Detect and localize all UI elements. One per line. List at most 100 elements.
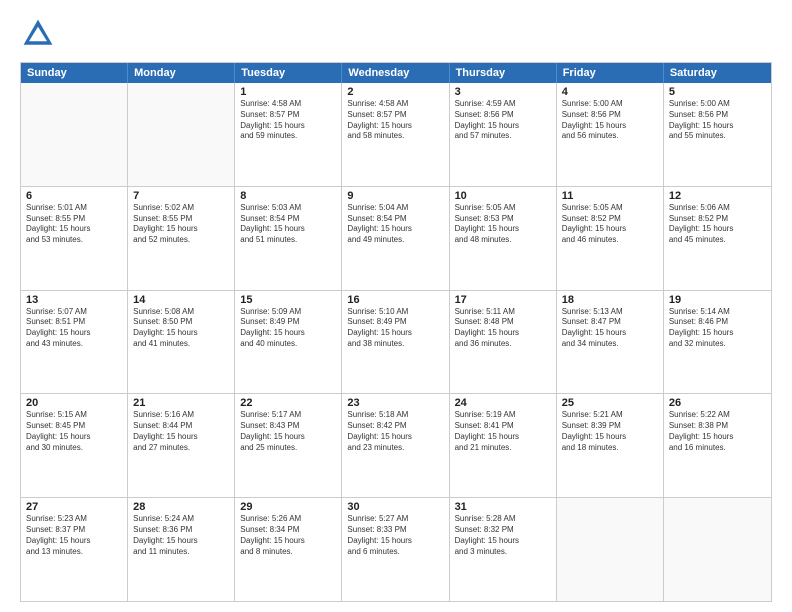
cell-line: Sunset: 8:52 PM (562, 214, 658, 225)
cell-line: Daylight: 15 hours (347, 121, 443, 132)
day-cell-28: 28Sunrise: 5:24 AMSunset: 8:36 PMDayligh… (128, 498, 235, 601)
cell-line: and 27 minutes. (133, 443, 229, 454)
day-number: 1 (240, 86, 336, 98)
cell-line: Sunrise: 5:28 AM (455, 514, 551, 525)
cell-line: and 55 minutes. (669, 131, 766, 142)
cell-line: Sunset: 8:39 PM (562, 421, 658, 432)
header (20, 16, 772, 52)
cell-line: Sunset: 8:52 PM (669, 214, 766, 225)
cell-line: and 45 minutes. (669, 235, 766, 246)
cell-line: and 52 minutes. (133, 235, 229, 246)
cell-line: and 58 minutes. (347, 131, 443, 142)
cell-line: Sunrise: 5:23 AM (26, 514, 122, 525)
cell-line: Daylight: 15 hours (26, 328, 122, 339)
cell-line: Sunset: 8:55 PM (133, 214, 229, 225)
cell-line: and 53 minutes. (26, 235, 122, 246)
cell-line: and 41 minutes. (133, 339, 229, 350)
day-number: 29 (240, 501, 336, 513)
cell-line: Sunrise: 4:58 AM (240, 99, 336, 110)
cell-line: Sunset: 8:49 PM (347, 317, 443, 328)
day-number: 31 (455, 501, 551, 513)
cell-line: Daylight: 15 hours (133, 328, 229, 339)
cell-line: Sunrise: 4:59 AM (455, 99, 551, 110)
cell-line: Daylight: 15 hours (562, 432, 658, 443)
day-cell-26: 26Sunrise: 5:22 AMSunset: 8:38 PMDayligh… (664, 394, 771, 497)
day-number: 18 (562, 294, 658, 306)
cell-line: and 51 minutes. (240, 235, 336, 246)
cell-line: and 49 minutes. (347, 235, 443, 246)
calendar-header: SundayMondayTuesdayWednesdayThursdayFrid… (21, 63, 771, 83)
day-number: 30 (347, 501, 443, 513)
cell-line: Sunrise: 5:00 AM (669, 99, 766, 110)
day-cell-2: 2Sunrise: 4:58 AMSunset: 8:57 PMDaylight… (342, 83, 449, 186)
cell-line: and 8 minutes. (240, 547, 336, 558)
cell-line: Sunset: 8:44 PM (133, 421, 229, 432)
calendar-row-2: 6Sunrise: 5:01 AMSunset: 8:55 PMDaylight… (21, 186, 771, 290)
cell-line: Daylight: 15 hours (455, 432, 551, 443)
cell-line: Sunset: 8:34 PM (240, 525, 336, 536)
cell-line: Sunrise: 5:19 AM (455, 410, 551, 421)
day-cell-15: 15Sunrise: 5:09 AMSunset: 8:49 PMDayligh… (235, 291, 342, 394)
header-day-wednesday: Wednesday (342, 63, 449, 83)
day-number: 9 (347, 190, 443, 202)
cell-line: and 48 minutes. (455, 235, 551, 246)
cell-line: Sunset: 8:55 PM (26, 214, 122, 225)
day-cell-14: 14Sunrise: 5:08 AMSunset: 8:50 PMDayligh… (128, 291, 235, 394)
cell-line: Sunset: 8:49 PM (240, 317, 336, 328)
header-day-tuesday: Tuesday (235, 63, 342, 83)
day-number: 26 (669, 397, 766, 409)
cell-line: Daylight: 15 hours (669, 121, 766, 132)
day-number: 17 (455, 294, 551, 306)
day-cell-29: 29Sunrise: 5:26 AMSunset: 8:34 PMDayligh… (235, 498, 342, 601)
empty-cell (128, 83, 235, 186)
cell-line: and 32 minutes. (669, 339, 766, 350)
day-number: 11 (562, 190, 658, 202)
empty-cell (557, 498, 664, 601)
cell-line: Daylight: 15 hours (455, 536, 551, 547)
day-number: 4 (562, 86, 658, 98)
cell-line: Daylight: 15 hours (133, 536, 229, 547)
cell-line: Sunset: 8:56 PM (669, 110, 766, 121)
day-cell-10: 10Sunrise: 5:05 AMSunset: 8:53 PMDayligh… (450, 187, 557, 290)
day-number: 15 (240, 294, 336, 306)
cell-line: Daylight: 15 hours (240, 432, 336, 443)
cell-line: Sunrise: 5:01 AM (26, 203, 122, 214)
day-cell-24: 24Sunrise: 5:19 AMSunset: 8:41 PMDayligh… (450, 394, 557, 497)
day-number: 2 (347, 86, 443, 98)
cell-line: and 34 minutes. (562, 339, 658, 350)
day-number: 24 (455, 397, 551, 409)
cell-line: Sunrise: 5:18 AM (347, 410, 443, 421)
cell-line: Sunset: 8:41 PM (455, 421, 551, 432)
cell-line: and 56 minutes. (562, 131, 658, 142)
logo (20, 16, 60, 52)
day-number: 3 (455, 86, 551, 98)
cell-line: and 57 minutes. (455, 131, 551, 142)
day-cell-27: 27Sunrise: 5:23 AMSunset: 8:37 PMDayligh… (21, 498, 128, 601)
cell-line: and 18 minutes. (562, 443, 658, 454)
calendar-row-3: 13Sunrise: 5:07 AMSunset: 8:51 PMDayligh… (21, 290, 771, 394)
cell-line: Daylight: 15 hours (455, 328, 551, 339)
cell-line: Sunrise: 5:05 AM (562, 203, 658, 214)
cell-line: Sunset: 8:57 PM (347, 110, 443, 121)
cell-line: and 59 minutes. (240, 131, 336, 142)
cell-line: Sunset: 8:53 PM (455, 214, 551, 225)
day-number: 28 (133, 501, 229, 513)
cell-line: and 21 minutes. (455, 443, 551, 454)
day-cell-18: 18Sunrise: 5:13 AMSunset: 8:47 PMDayligh… (557, 291, 664, 394)
cell-line: Daylight: 15 hours (347, 328, 443, 339)
cell-line: and 6 minutes. (347, 547, 443, 558)
cell-line: Daylight: 15 hours (26, 224, 122, 235)
cell-line: Sunset: 8:36 PM (133, 525, 229, 536)
cell-line: Sunrise: 5:14 AM (669, 307, 766, 318)
day-cell-19: 19Sunrise: 5:14 AMSunset: 8:46 PMDayligh… (664, 291, 771, 394)
cell-line: and 11 minutes. (133, 547, 229, 558)
cell-line: and 25 minutes. (240, 443, 336, 454)
cell-line: Sunrise: 5:15 AM (26, 410, 122, 421)
day-cell-31: 31Sunrise: 5:28 AMSunset: 8:32 PMDayligh… (450, 498, 557, 601)
day-cell-8: 8Sunrise: 5:03 AMSunset: 8:54 PMDaylight… (235, 187, 342, 290)
cell-line: Daylight: 15 hours (240, 328, 336, 339)
logo-icon (20, 16, 56, 52)
cell-line: Daylight: 15 hours (240, 224, 336, 235)
cell-line: Daylight: 15 hours (562, 328, 658, 339)
day-cell-22: 22Sunrise: 5:17 AMSunset: 8:43 PMDayligh… (235, 394, 342, 497)
